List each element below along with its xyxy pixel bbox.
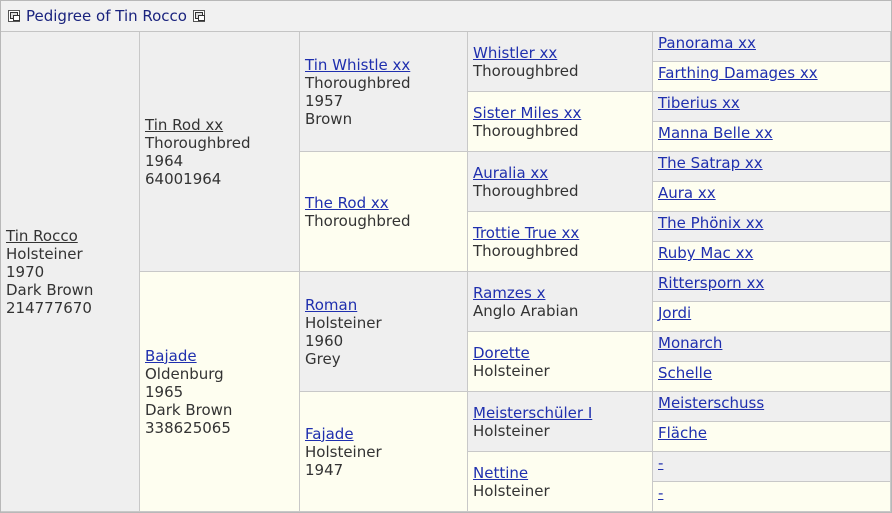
sire-breed: Thoroughbred <box>145 133 251 152</box>
gen3-name[interactable]: The Rod xx <box>305 194 467 212</box>
gen5-name[interactable]: Tiberius xx <box>658 94 740 112</box>
subject-horse-year: 1970 <box>6 262 45 281</box>
gen4-cell: Dorette Holsteiner <box>468 332 653 392</box>
subject-horse-reg: 214777670 <box>6 298 92 317</box>
sire-cell: Tin Rod xx Thoroughbred 1964 64001964 <box>140 32 300 272</box>
subject-horse-cell: Tin Rocco Holsteiner 1970 Dark Brown 214… <box>1 32 140 512</box>
gen5-cell: - <box>653 452 891 482</box>
gen4-cell: Auralia xx Thoroughbred <box>468 152 653 212</box>
gen3-year: 1947 <box>305 460 344 479</box>
dam-breed: Oldenburg <box>145 364 224 383</box>
subject-horse-breed: Holsteiner <box>6 244 83 263</box>
gen5-cell: The Satrap xx <box>653 152 891 182</box>
gen3-cell: Roman Holsteiner 1960 Grey <box>300 272 468 392</box>
gen4-breed: Holsteiner <box>473 421 550 440</box>
gen4-breed: Thoroughbred <box>473 121 579 140</box>
gen5-name[interactable]: Fläche <box>658 424 707 442</box>
gen3-breed: Thoroughbred <box>305 211 411 230</box>
gen3-breed: Holsteiner <box>305 442 382 461</box>
gen5-name[interactable]: - <box>658 484 663 502</box>
gen4-cell: Ramzes x Anglo Arabian <box>468 272 653 332</box>
gen5-name[interactable]: The Satrap xx <box>658 154 763 172</box>
gen4-name[interactable]: Dorette <box>473 344 652 362</box>
gen5-cell: Meisterschuss <box>653 392 891 422</box>
gen5-name[interactable]: Manna Belle xx <box>658 124 773 142</box>
dam-cell: Bajade Oldenburg 1965 Dark Brown 3386250… <box>140 272 300 512</box>
dam-name[interactable]: Bajade <box>145 347 299 365</box>
gen5-cell: Ruby Mac xx <box>653 242 891 272</box>
gen3-name[interactable]: Tin Whistle xx <box>305 56 467 74</box>
gen5-name[interactable]: Rittersporn xx <box>658 274 764 292</box>
gen3-name[interactable]: Fajade <box>305 425 467 443</box>
dam-reg: 338625065 <box>145 418 231 437</box>
gen4-breed: Thoroughbred <box>473 181 579 200</box>
gen3-year: 1957 <box>305 91 344 110</box>
pedigree-header: Pedigree of Tin Rocco <box>1 1 891 32</box>
gen3-cell: The Rod xx Thoroughbred <box>300 152 468 272</box>
gen5-name[interactable]: The Phönix xx <box>658 214 763 232</box>
gen5-cell: Manna Belle xx <box>653 122 891 152</box>
gen4-breed: Holsteiner <box>473 481 550 500</box>
dam-year: 1965 <box>145 382 184 401</box>
gen5-name[interactable]: Ruby Mac xx <box>658 244 753 262</box>
sire-reg: 64001964 <box>145 169 222 188</box>
gen3-cell: Tin Whistle xx Thoroughbred 1957 Brown <box>300 32 468 152</box>
gen5-cell: Panorama xx <box>653 32 891 62</box>
pedigree-window: Pedigree of Tin Rocco Tin Rocco Holstein… <box>0 0 892 513</box>
gen5-name[interactable]: Schelle <box>658 364 712 382</box>
gen4-name[interactable]: Nettine <box>473 464 652 482</box>
gen5-cell: Fläche <box>653 422 891 452</box>
gen4-name[interactable]: Auralia xx <box>473 164 652 182</box>
gen4-breed: Holsteiner <box>473 361 550 380</box>
gen5-name[interactable]: Meisterschuss <box>658 394 764 412</box>
gen5-cell: - <box>653 482 891 512</box>
gen4-breed: Thoroughbred <box>473 61 579 80</box>
dam-color: Dark Brown <box>145 400 233 419</box>
gen5-name[interactable]: Monarch <box>658 334 722 352</box>
gen5-name[interactable]: Farthing Damages xx <box>658 64 818 82</box>
gen4-name[interactable]: Whistler xx <box>473 44 652 62</box>
popup-window-icon[interactable] <box>192 10 205 22</box>
gen5-name[interactable]: Panorama xx <box>658 34 756 52</box>
gen5-cell: Rittersporn xx <box>653 272 891 302</box>
sire-year: 1964 <box>145 151 184 170</box>
subject-horse-color: Dark Brown <box>6 280 94 299</box>
gen4-cell: Meisterschüler I Holsteiner <box>468 392 653 452</box>
gen4-cell: Whistler xx Thoroughbred <box>468 32 653 92</box>
gen3-breed: Thoroughbred <box>305 73 411 92</box>
gen5-cell: Farthing Damages xx <box>653 62 891 92</box>
sire-name[interactable]: Tin Rod xx <box>145 116 299 134</box>
gen3-color: Brown <box>305 109 353 128</box>
gen5-cell: Monarch <box>653 332 891 362</box>
gen4-name[interactable]: Sister Miles xx <box>473 104 652 122</box>
gen3-year: 1960 <box>305 331 344 350</box>
gen4-cell: Trottie True xx Thoroughbred <box>468 212 653 272</box>
gen4-name[interactable]: Ramzes x <box>473 284 652 302</box>
gen4-breed: Thoroughbred <box>473 241 579 260</box>
gen5-name[interactable]: - <box>658 454 663 472</box>
gen3-breed: Holsteiner <box>305 313 382 332</box>
gen5-cell: Jordi <box>653 302 891 332</box>
gen3-cell: Fajade Holsteiner 1947 <box>300 392 468 512</box>
gen4-cell: Sister Miles xx Thoroughbred <box>468 92 653 152</box>
page-title: Pedigree of Tin Rocco <box>26 7 187 25</box>
gen5-cell: Schelle <box>653 362 891 392</box>
gen5-cell: Aura xx <box>653 182 891 212</box>
gen5-cell: The Phönix xx <box>653 212 891 242</box>
gen3-color: Grey <box>305 349 341 368</box>
gen5-name[interactable]: Jordi <box>658 304 691 322</box>
gen4-breed: Anglo Arabian <box>473 301 579 320</box>
gen5-cell: Tiberius xx <box>653 92 891 122</box>
gen3-name[interactable]: Roman <box>305 296 467 314</box>
gen4-name[interactable]: Meisterschüler I <box>473 404 652 422</box>
popup-window-icon[interactable] <box>8 10 20 22</box>
gen4-name[interactable]: Trottie True xx <box>473 224 652 242</box>
subject-horse-name[interactable]: Tin Rocco <box>6 227 139 245</box>
gen5-name[interactable]: Aura xx <box>658 184 716 202</box>
gen4-cell: Nettine Holsteiner <box>468 452 653 512</box>
